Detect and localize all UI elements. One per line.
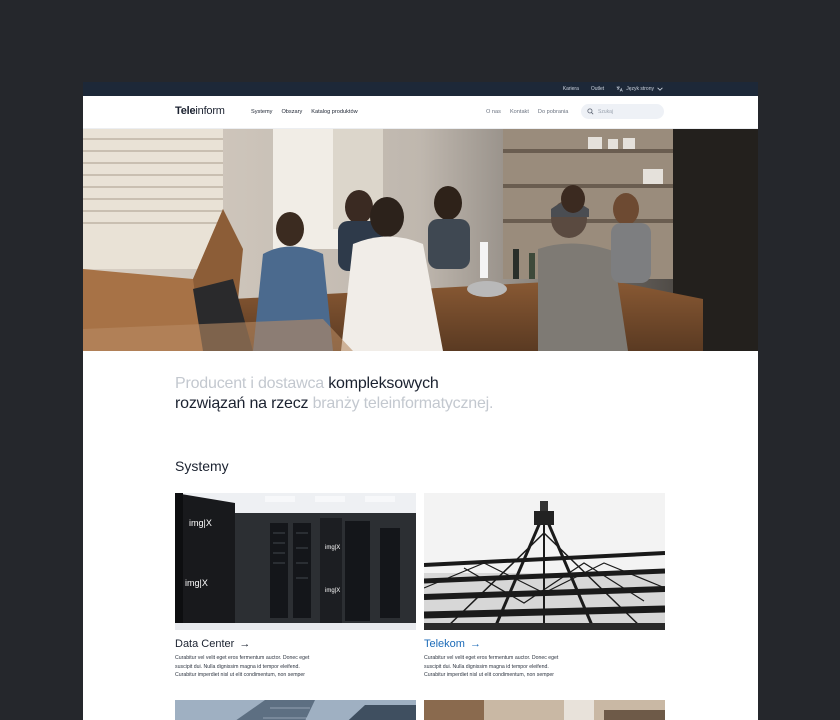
primary-nav: Systemy Obszary Katalog produktów: [251, 109, 358, 115]
rack-label-4: img|X: [325, 588, 340, 594]
server-rack-photo: img|X img|X img|X img|X: [175, 493, 416, 630]
teleinform-logo[interactable]: Teleinform: [175, 105, 225, 117]
nav-item-obszary[interactable]: Obszary: [281, 109, 302, 115]
card-desc-line: Curabitur vel velit eget eros fermentum …: [175, 655, 310, 661]
interior-photo: [424, 700, 665, 720]
secondary-nav: O nas Kontakt Do pobrania: [486, 109, 568, 115]
tagline-part-1: Producent i dostawca: [175, 375, 329, 392]
rack-label-2: img|X: [185, 578, 208, 588]
tagline-part-4: branży teleinformatycznej.: [312, 395, 494, 412]
nav-item-systemy[interactable]: Systemy: [251, 109, 272, 115]
tagline-part-2: kompleksowych: [328, 375, 439, 392]
system-card-data-center[interactable]: img|X img|X img|X img|X Data Center → Cu…: [175, 493, 416, 680]
topbar-link-kariera[interactable]: Kariera: [563, 86, 579, 92]
arrow-right-icon: →: [239, 638, 251, 650]
nav-item-katalog[interactable]: Katalog produktów: [311, 109, 357, 115]
language-selector[interactable]: Język strony: [616, 86, 663, 92]
logo-thin: inform: [195, 105, 225, 117]
rack-label-1: img|X: [189, 518, 212, 528]
tagline-part-3: rozwiązań na rzecz: [175, 395, 313, 412]
main-header: Teleinform Systemy Obszary Katalog produ…: [83, 96, 758, 129]
system-card-telekom[interactable]: Telekom → Curabitur vel velit eget eros …: [424, 493, 665, 680]
steel-tower-photo: [424, 493, 665, 630]
search-icon: [587, 108, 594, 115]
card-title-telekom[interactable]: Telekom →: [424, 638, 665, 650]
language-label: Język strony: [626, 86, 654, 92]
hero-photo: [83, 129, 758, 351]
nav-item-kontakt[interactable]: Kontakt: [510, 109, 529, 115]
system-card-image-partial-1[interactable]: [175, 700, 416, 720]
card-desc-line: Curabitur imperdiet nisl ut elit condime…: [175, 672, 306, 679]
arrow-right-icon: →: [469, 638, 481, 650]
card-desc-line: suscipit dui. Nulla dignissim magna id t…: [424, 663, 549, 670]
nav-item-o-nas[interactable]: O nas: [486, 109, 501, 115]
translate-icon: [616, 86, 623, 92]
card-description-data-center: Curabitur vel velit eget eros fermentum …: [175, 654, 335, 680]
search-box[interactable]: [581, 104, 664, 119]
rack-label-3: img|X: [325, 545, 340, 551]
card-title-text: Data Center: [175, 638, 235, 650]
website-frame: Kariera Outlet Język strony Teleinform S…: [83, 82, 758, 720]
card-description-telekom: Curabitur vel velit eget eros fermentum …: [424, 654, 584, 680]
building-photo: [175, 700, 416, 720]
system-card-image-partial-2[interactable]: [424, 700, 665, 720]
card-title-data-center[interactable]: Data Center →: [175, 638, 416, 650]
card-desc-line: Curabitur imperdiet nisl ut elit condime…: [424, 672, 555, 679]
logo-bold: Tele: [175, 105, 196, 117]
card-title-text: Telekom: [424, 638, 465, 650]
hero-tagline: Producent i dostawca kompleksowych rozwi…: [175, 374, 655, 414]
utility-bar: Kariera Outlet Język strony: [83, 82, 758, 96]
card-desc-line: Curabitur vel velit eget eros fermentum …: [424, 655, 559, 661]
hero-image: [83, 129, 758, 351]
topbar-link-outlet[interactable]: Outlet: [591, 86, 604, 92]
section-title-systemy: Systemy: [175, 458, 229, 474]
nav-item-do-pobrania[interactable]: Do pobrania: [538, 109, 568, 115]
card-image-telekom: [424, 493, 665, 630]
search-input[interactable]: [598, 108, 658, 115]
card-desc-line: suscipit dui. Nulla dignissim magna id t…: [175, 663, 300, 670]
card-image-data-center: img|X img|X img|X img|X: [175, 493, 416, 630]
chevron-down-icon: [657, 87, 663, 91]
